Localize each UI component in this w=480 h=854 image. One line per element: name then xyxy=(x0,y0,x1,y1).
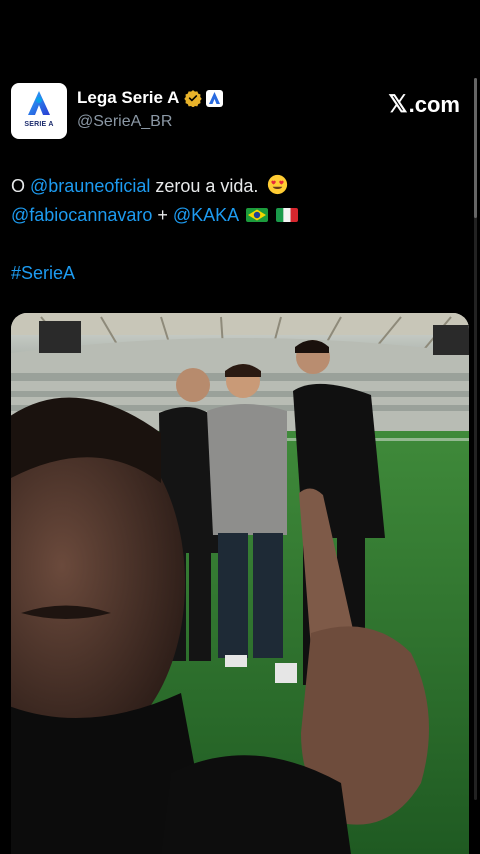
italy-flag-icon xyxy=(276,208,299,222)
tweet-line-1: O @brauneoficial zerou a vida. xyxy=(11,172,461,201)
account-handle[interactable]: @SerieA_BR xyxy=(77,113,172,131)
heart-eyes-emoji-icon xyxy=(268,174,288,195)
brand-suffix: .com xyxy=(408,91,460,117)
text-fragment: + xyxy=(152,205,173,225)
affiliate-badge-icon xyxy=(206,89,224,107)
hashtag-seriea[interactable]: #SerieA xyxy=(11,263,75,283)
verified-badge-icon xyxy=(184,90,203,107)
x-logo-icon: 𝕏 xyxy=(388,91,408,118)
tweet-photo[interactable] xyxy=(11,313,469,854)
avatar-logo-text: SERIE A xyxy=(24,121,54,128)
tweet-text: O @brauneoficial zerou a vida. @fabiocan… xyxy=(11,172,461,288)
x-com-watermark: 𝕏 .com xyxy=(388,90,460,119)
serie-a-logo-icon xyxy=(28,91,50,115)
mention-kaka[interactable]: @KAKA xyxy=(173,205,238,225)
account-avatar[interactable]: SERIE A xyxy=(11,83,67,139)
mention-fabiocannavaro[interactable]: @fabiocannavaro xyxy=(11,205,152,225)
scrollbar-thumb[interactable] xyxy=(474,78,477,218)
text-fragment: O xyxy=(11,176,31,196)
display-name[interactable]: Lega Serie A xyxy=(77,88,179,108)
tweet-line-3: #SerieA xyxy=(11,259,461,288)
stadium-photo-icon xyxy=(11,313,469,854)
brazil-flag-icon xyxy=(246,208,269,222)
tweet-line-2: @fabiocannavaro + @KAKA xyxy=(11,201,461,230)
tweet-line-spacer xyxy=(11,230,461,259)
text-fragment: zerou a vida. xyxy=(150,176,259,196)
mention-brauneoficial[interactable]: @brauneoficial xyxy=(30,176,150,196)
name-row: Lega Serie A xyxy=(77,87,224,109)
